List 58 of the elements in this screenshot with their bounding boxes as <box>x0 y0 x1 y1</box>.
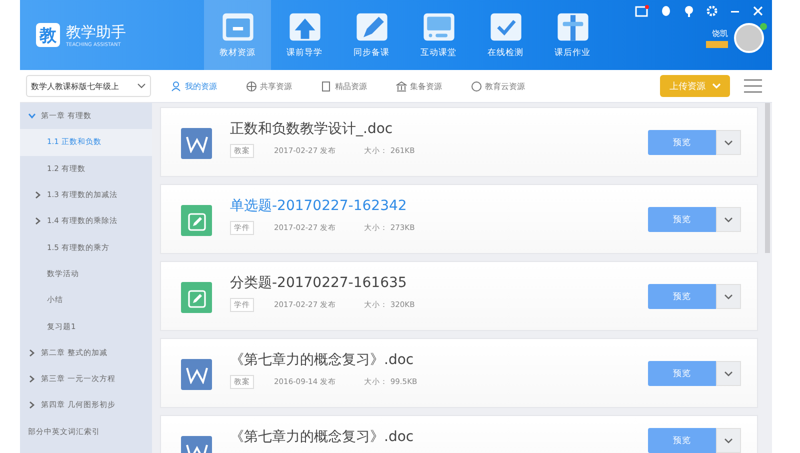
chevron-down-icon <box>724 140 733 146</box>
building-icon <box>396 80 407 92</box>
avatar[interactable] <box>734 23 764 53</box>
close-icon[interactable] <box>752 5 764 17</box>
resource-tab[interactable]: 共享资源 <box>238 80 313 92</box>
file-title[interactable]: 单选题-20170227-162342 <box>230 197 407 215</box>
scrollbar[interactable] <box>765 103 770 253</box>
nav-tab[interactable]: 课后作业 <box>539 0 606 70</box>
nav-tab[interactable]: 在线检测 <box>472 0 539 70</box>
word-document-icon <box>181 128 212 159</box>
chevron-right-icon <box>28 348 36 357</box>
resource-tab[interactable]: 教育云资源 <box>463 80 538 92</box>
chevron-right-icon <box>28 375 36 384</box>
chevron-down-icon <box>712 83 720 89</box>
chevron-down-icon <box>137 83 146 89</box>
globe-icon <box>246 80 257 92</box>
preview-button[interactable]: 预览 <box>648 428 716 453</box>
pencil-icon <box>354 11 388 43</box>
preview-button[interactable]: 预览 <box>648 284 716 309</box>
preview-button[interactable]: 预览 <box>648 207 716 232</box>
app-name: 教学助手 <box>66 22 126 42</box>
clipboard-pencil-icon <box>181 282 212 313</box>
file-title[interactable]: 分类题-20170227-161635 <box>230 274 407 292</box>
chevron-down-icon <box>28 112 36 120</box>
app-logo: 教 <box>36 23 60 47</box>
word-document-icon <box>181 359 212 390</box>
preview-button[interactable]: 预览 <box>648 361 716 386</box>
file-title[interactable]: 正数和负数教学设计_.doc <box>230 120 393 138</box>
chevron-down-icon <box>724 370 733 376</box>
nav-tab[interactable]: 同步备课 <box>338 0 405 70</box>
chevron-down-icon <box>724 216 733 222</box>
resource-tab[interactable]: 精品资源 <box>313 80 388 92</box>
chevron-down-icon <box>724 438 733 444</box>
resource-tab[interactable]: 我的资源 <box>163 80 238 92</box>
monitor-icon <box>422 11 456 43</box>
nav-tab[interactable]: 互动课堂 <box>405 0 472 70</box>
user-name: 饶凯 <box>712 28 728 39</box>
level-badge <box>706 41 728 48</box>
chevron-right-icon <box>28 401 36 410</box>
drawer-icon <box>220 11 254 43</box>
settings-icon[interactable] <box>706 5 718 17</box>
file-title[interactable]: 《第七章力的概念复习》.doc <box>230 351 414 369</box>
user-icon <box>171 80 182 92</box>
nav-tab[interactable]: 课前导学 <box>271 0 338 70</box>
menu-icon[interactable] <box>744 79 762 93</box>
chevron-down-icon <box>724 294 733 300</box>
chevron-right-icon <box>34 191 42 200</box>
preview-button[interactable]: 预览 <box>648 130 716 155</box>
nav-tab[interactable]: 教材资源 <box>204 0 271 70</box>
resource-tab[interactable]: 集备资源 <box>388 80 463 92</box>
message-icon[interactable] <box>635 5 649 17</box>
chevron-right-icon <box>34 217 42 226</box>
clipboard-pencil-icon <box>181 205 212 236</box>
textbook-dropdown[interactable]: 数学人教课标版七年级上 <box>26 75 151 97</box>
lightbulb-icon[interactable] <box>683 5 695 17</box>
checklist-icon <box>488 11 522 43</box>
document-icon <box>321 80 332 92</box>
file-title[interactable]: 《第七章力的概念复习》.doc <box>230 428 414 446</box>
